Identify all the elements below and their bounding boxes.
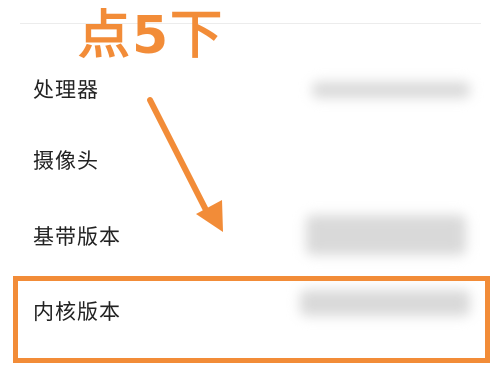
down-right-arrow-icon xyxy=(147,97,223,232)
